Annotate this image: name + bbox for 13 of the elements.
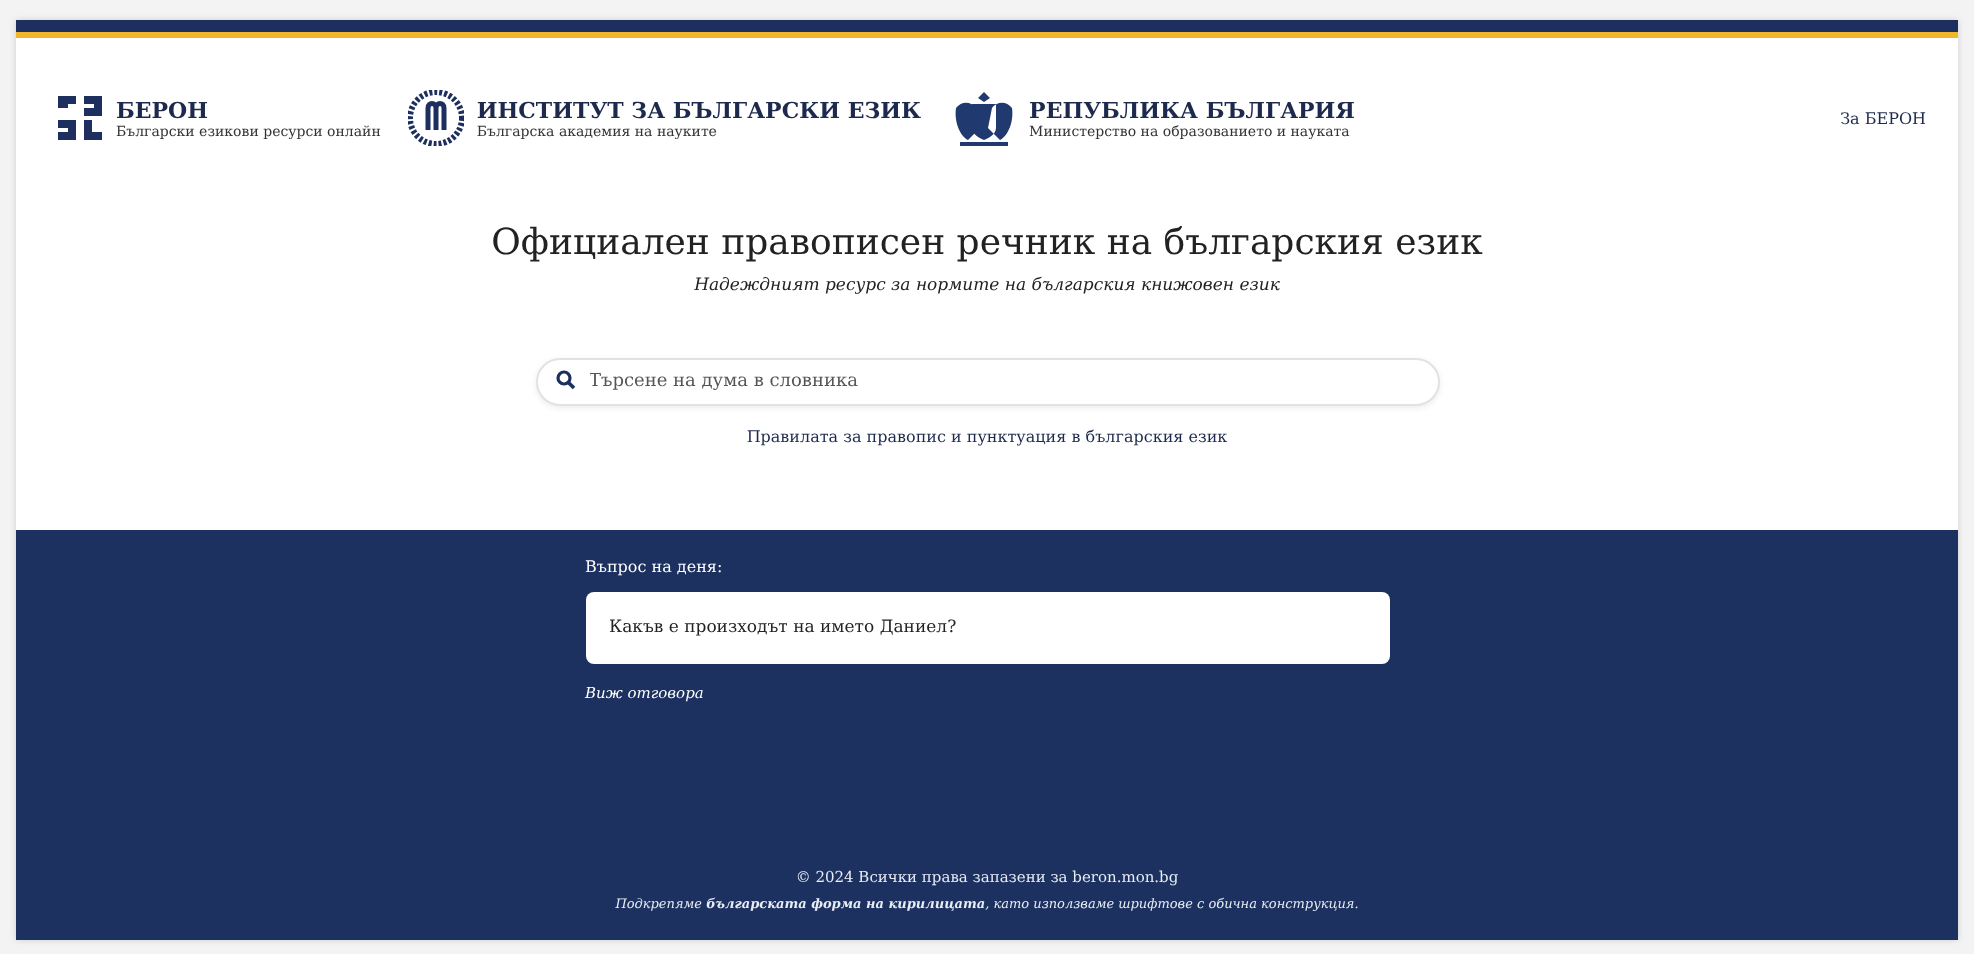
search-icon [555, 370, 575, 390]
logo-title: БЕРОН [116, 97, 211, 123]
question-card[interactable]: Какъв е произходът на името Даниел? [585, 592, 1389, 664]
circular-seal-icon [408, 90, 465, 146]
search-field[interactable]: Търсене на дума в словника [535, 358, 1439, 406]
page-subtitle: Надеждният ресурс за нормите на българския книжовен език [694, 276, 1280, 296]
rules-link[interactable]: Правилата за правопис и пунктуация в българския език [746, 428, 1228, 446]
beron-logo-icon [56, 94, 104, 142]
logo-title: РЕПУБЛИКА БЪЛГАРИЯ [1029, 97, 1355, 123]
about-link[interactable]: За БЕРОН [1840, 109, 1926, 127]
question-label: Въпрос на деня: [585, 558, 725, 576]
page-title: Официален правописен речник на българския език [491, 222, 1483, 264]
logo-title: ИНСТИТУТ ЗА БЪЛГАРСКИ ЕЗИК [476, 97, 922, 123]
